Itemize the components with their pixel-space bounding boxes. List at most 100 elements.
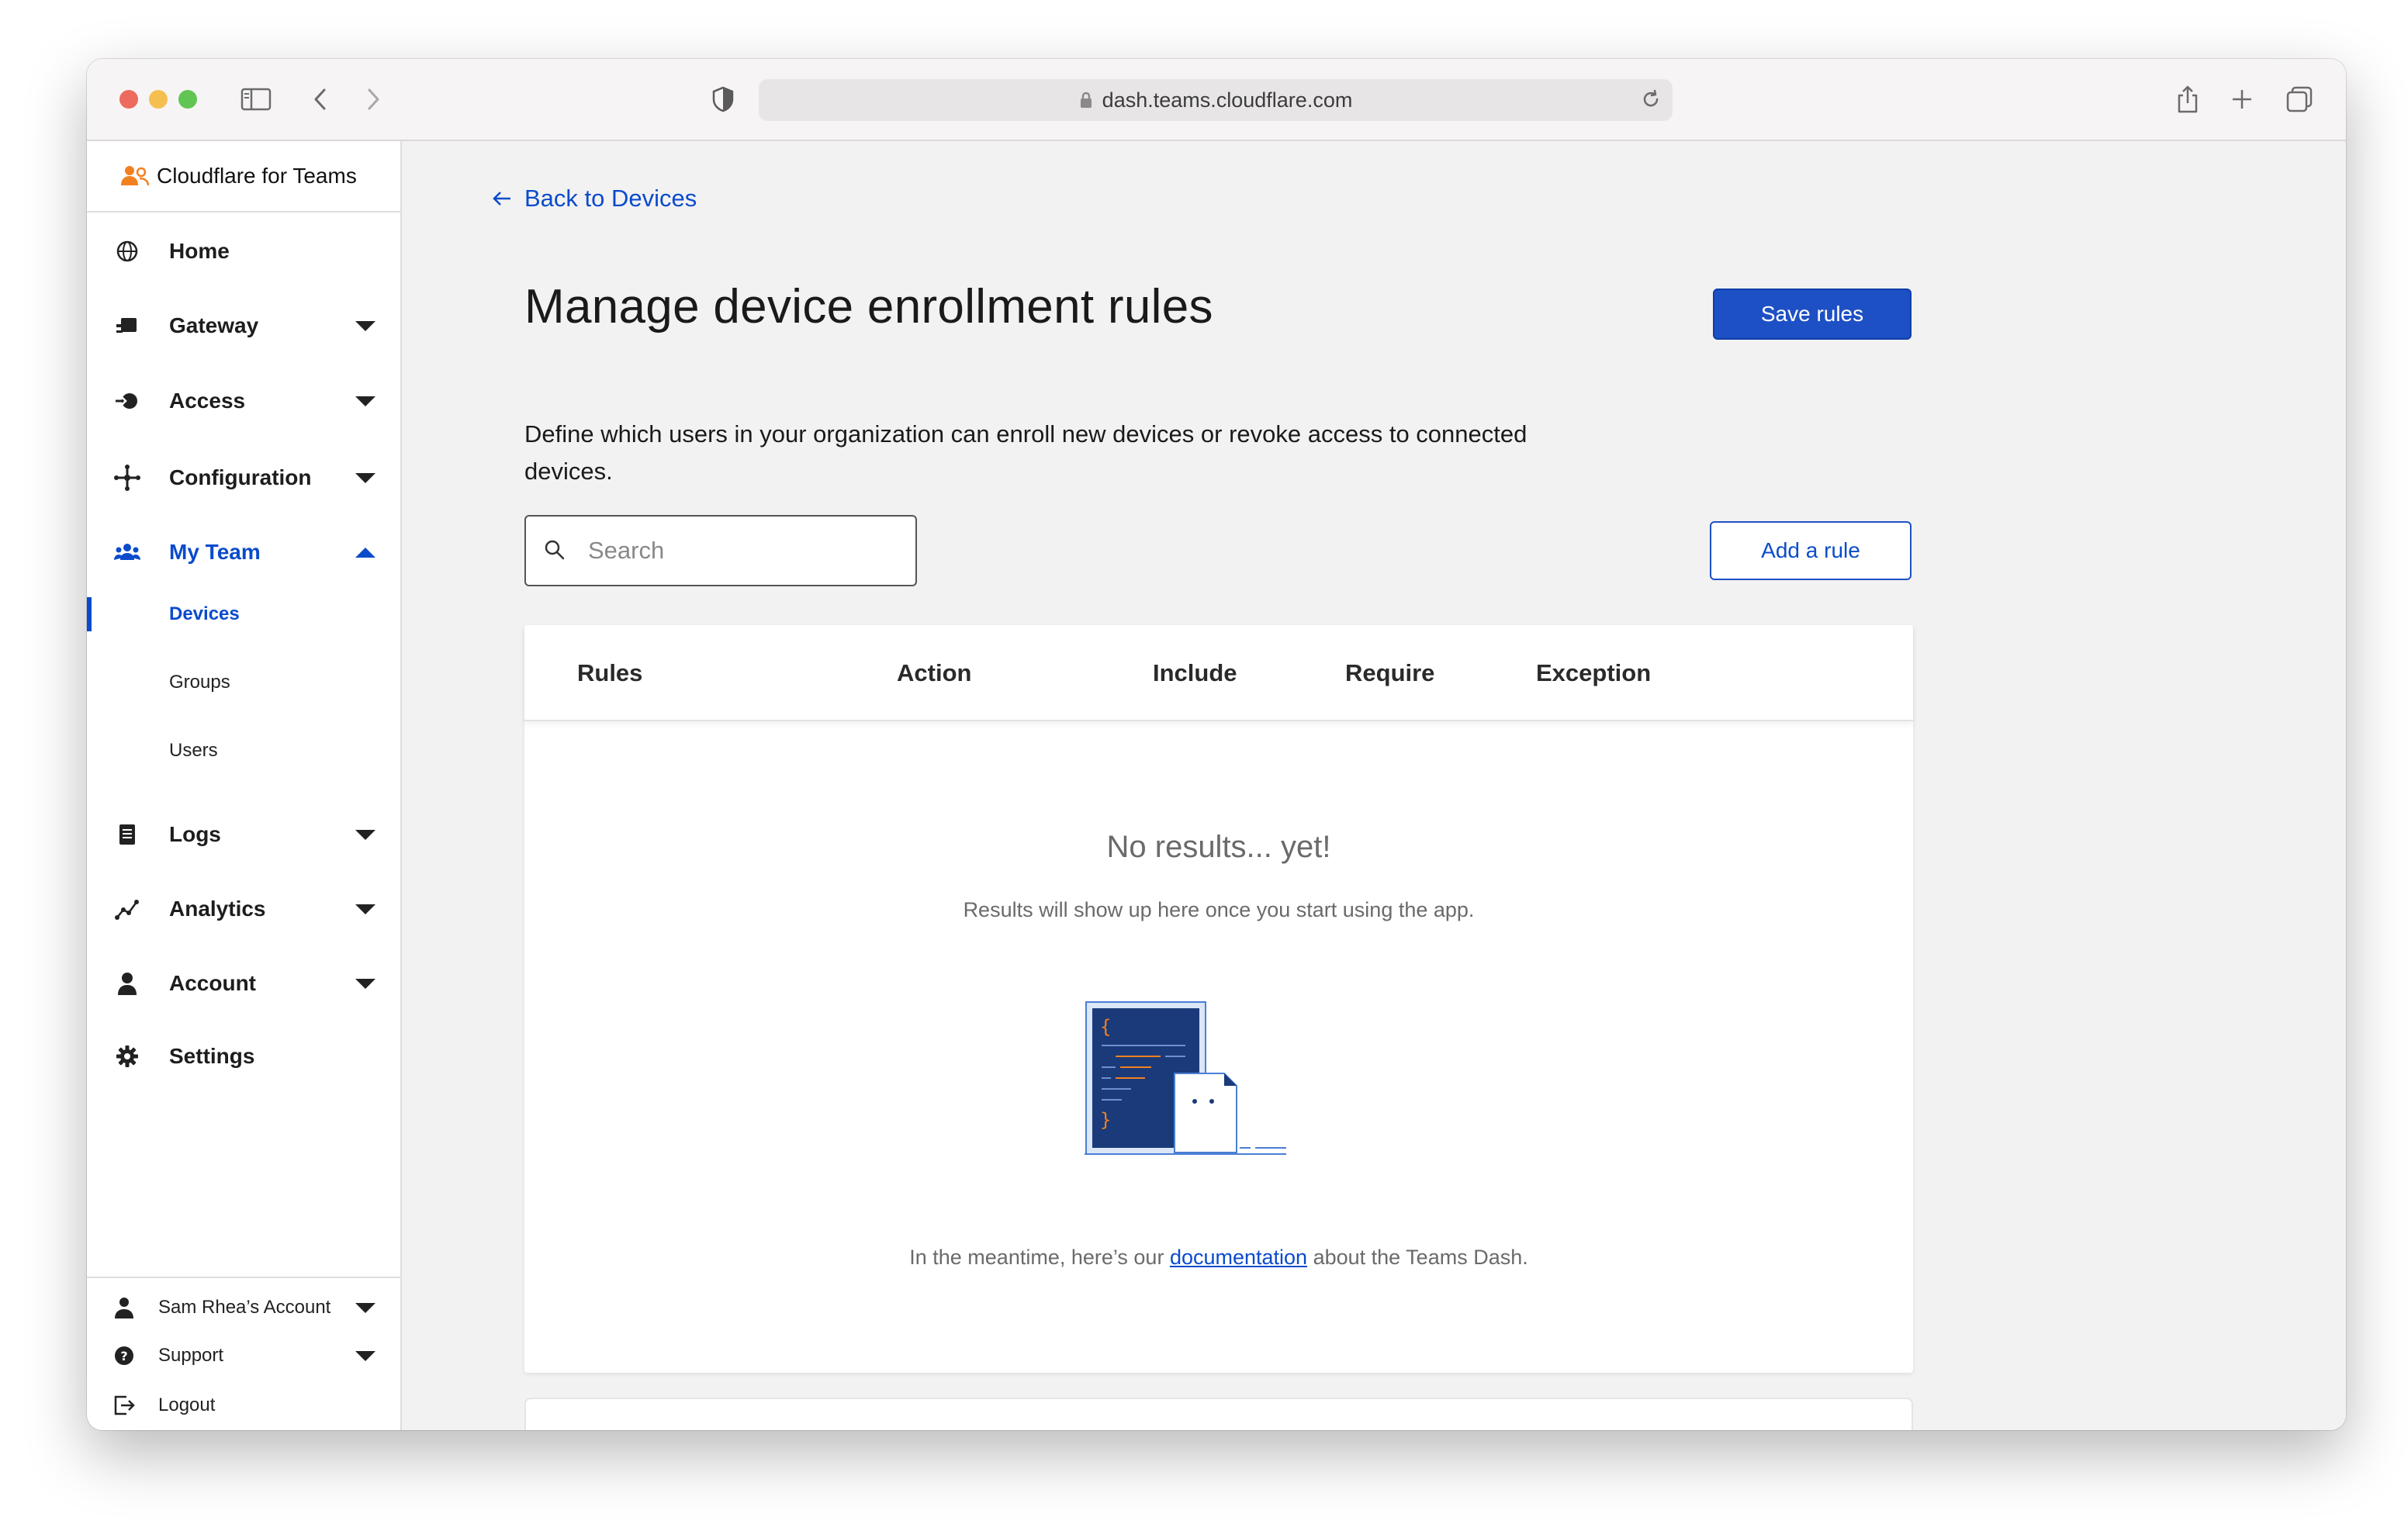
browser-window: dash.teams.cloudflare.com Cloudflare for… [87,59,2346,1430]
sidebar-item-my-team[interactable]: My Team [87,529,400,575]
column-header-exception[interactable]: Exception [1536,659,1651,687]
chevron-down-icon[interactable] [355,904,375,914]
chevron-down-icon[interactable] [355,472,375,483]
documentation-link[interactable]: documentation [1170,1246,1307,1269]
sidebar-subitem-groups[interactable]: Groups [87,661,400,704]
sidebar-subitem-label: Users [169,740,218,761]
search-input[interactable] [588,532,898,569]
documentation-note: In the meantime, here’s our documentatio… [524,1246,1913,1270]
chevron-down-icon[interactable] [355,1350,375,1361]
note-prefix: In the meantime, here’s our [909,1246,1170,1269]
sidebar-subitem-devices[interactable]: Devices [87,593,400,636]
sidebar-item-label: Access [169,389,246,413]
sidebar-item-access[interactable]: Access [87,378,400,424]
sidebar-item-label: My Team [169,540,261,564]
forward-nav-icon[interactable] [357,82,391,116]
chevron-down-icon[interactable] [355,396,375,406]
person-icon [113,969,141,997]
gear-icon [113,1042,141,1070]
note-suffix: about the Teams Dash. [1307,1246,1528,1269]
page-description: Define which users in your organization … [524,420,1527,485]
sidebar-item-label: Logs [169,822,221,846]
logout-label: Logout [158,1394,216,1415]
close-window-button[interactable] [119,90,138,109]
lock-icon [1079,91,1093,109]
configuration-icon [113,464,141,492]
sidebar-footer: Sam Rhea’s Account ? Support Logout [87,1277,400,1430]
logs-icon [113,821,141,848]
chevron-down-icon[interactable] [355,1302,375,1313]
person-icon [110,1294,138,1322]
column-header-include[interactable]: Include [1153,659,1237,687]
sidebar-item-configuration[interactable]: Configuration [87,454,400,501]
sidebar-subitem-users[interactable]: Users [87,729,400,772]
search-field[interactable] [524,515,917,586]
sidebar-item-account[interactable]: Account [87,960,400,1007]
reload-icon[interactable] [1640,88,1662,110]
code-document-illustration: { } [1085,1001,1294,1164]
back-link-label: Back to Devices [524,185,697,212]
sidebar-item-label: Configuration [169,465,312,489]
add-rule-button[interactable]: Add a rule [1710,521,1912,580]
help-icon: ? [110,1342,138,1370]
column-header-rules[interactable]: Rules [577,659,642,687]
chevron-down-icon[interactable] [355,829,375,840]
minimize-window-button[interactable] [149,90,168,109]
empty-state-title: No results... yet! [1106,830,1331,864]
sidebar-item-label: Account [169,971,256,995]
account-name: Sam Rhea’s Account [158,1297,331,1318]
sidebar-item-settings[interactable]: Settings [87,1033,400,1080]
sidebar-item-label: Gateway [169,313,259,337]
page-title: Manage device enrollment rules [524,280,1213,334]
sidebar-item-logs[interactable]: Logs [87,811,400,858]
chevron-down-icon[interactable] [355,320,375,331]
team-icon [113,538,141,566]
teams-logo-icon [119,164,150,188]
sidebar-item-label: Home [169,239,230,263]
svg-text:{: { [1100,1016,1111,1038]
save-rules-button[interactable]: Save rules [1713,289,1912,340]
sidebar-subitem-label: Devices [169,603,240,624]
back-nav-icon[interactable] [303,82,337,116]
search-icon [543,538,566,562]
main-content: Back to Devices Manage device enrollment… [402,141,2346,1430]
sidebar: Cloudflare for Teams Home Gateway Access [87,141,402,1430]
empty-state-subtitle: Results will show up here once you start… [963,898,1475,921]
privacy-shield-icon[interactable] [706,82,740,116]
back-to-devices-link[interactable]: Back to Devices [492,185,697,213]
logout-icon [110,1391,138,1419]
column-header-action[interactable]: Action [897,659,971,687]
gateway-icon [113,312,141,340]
browser-toolbar: dash.teams.cloudflare.com [87,59,2346,141]
svg-text:?: ? [120,1349,127,1363]
url-text: dash.teams.cloudflare.com [1102,88,1353,112]
globe-icon [113,237,141,265]
sidebar-item-analytics[interactable]: Analytics [87,886,400,932]
sidebar-toggle-icon[interactable] [239,82,273,116]
svg-text:}: } [1100,1109,1111,1131]
arrow-left-icon [492,190,512,207]
zoom-window-button[interactable] [178,90,197,109]
chevron-up-icon[interactable] [355,547,375,558]
analytics-icon [113,895,141,923]
brand[interactable]: Cloudflare for Teams [87,141,400,213]
brand-name: Cloudflare for Teams [157,164,357,188]
logout-button[interactable]: Logout [87,1384,400,1427]
share-icon[interactable] [2171,82,2205,116]
column-header-require[interactable]: Require [1345,659,1434,687]
table-header: Rules Action Include Require Exception [524,625,1913,721]
tab-overview-icon[interactable] [2282,82,2316,116]
address-bar[interactable]: dash.teams.cloudflare.com [759,79,1673,121]
chevron-down-icon[interactable] [355,978,375,989]
support-menu[interactable]: ? Support [87,1334,400,1377]
sidebar-subitem-label: Groups [169,672,230,693]
sidebar-item-home[interactable]: Home [87,228,400,275]
sidebar-item-label: Settings [169,1044,255,1068]
new-tab-icon[interactable] [2225,82,2259,116]
rules-table: Rules Action Include Require Exception N… [524,625,1913,1373]
sidebar-item-gateway[interactable]: Gateway [87,302,400,349]
secondary-card [524,1398,1913,1430]
support-label: Support [158,1345,224,1366]
sidebar-item-label: Analytics [169,897,266,921]
account-switcher[interactable]: Sam Rhea’s Account [87,1286,400,1329]
